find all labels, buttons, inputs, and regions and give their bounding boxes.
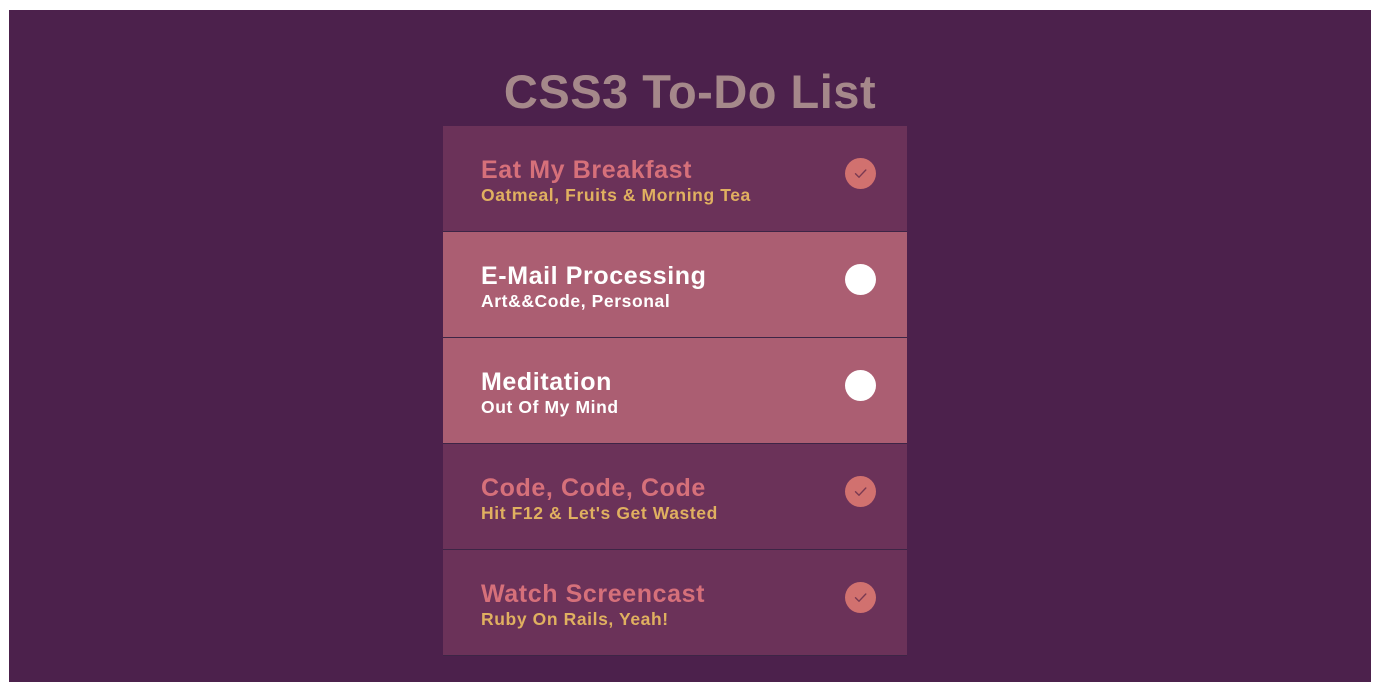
todo-title: E-Mail Processing xyxy=(481,262,707,290)
todo-subtitle: Ruby On Rails, Yeah! xyxy=(481,609,669,629)
todo-item-watch-screencast[interactable]: Watch Screencast Ruby On Rails, Yeah! xyxy=(443,550,907,656)
todo-title: Eat My Breakfast xyxy=(481,156,693,184)
page-title: CSS3 To-Do List xyxy=(503,65,877,119)
app-background: CSS3 To-Do List Eat My Breakfast Oatmeal… xyxy=(9,10,1371,682)
empty-circle-icon[interactable] xyxy=(845,370,876,401)
todo-item-eat-my-breakfast[interactable]: Eat My Breakfast Oatmeal, Fruits & Morni… xyxy=(443,126,907,232)
check-circle-icon[interactable] xyxy=(845,158,876,189)
todo-subtitle: Oatmeal, Fruits & Morning Tea xyxy=(481,185,751,205)
todo-subtitle: Hit F12 & Let's Get Wasted xyxy=(481,503,718,523)
check-circle-icon[interactable] xyxy=(845,476,876,507)
todo-title: Watch Screencast xyxy=(481,580,706,608)
todo-subtitle: Art&&Code, Personal xyxy=(481,291,671,311)
check-circle-icon[interactable] xyxy=(845,582,876,613)
todo-title: Meditation xyxy=(481,368,612,396)
todo-title: Code, Code, Code xyxy=(481,474,706,502)
todo-list: Eat My Breakfast Oatmeal, Fruits & Morni… xyxy=(443,126,907,656)
empty-circle-icon[interactable] xyxy=(845,264,876,295)
todo-item-code-code-code[interactable]: Code, Code, Code Hit F12 & Let's Get Was… xyxy=(443,444,907,550)
todo-subtitle: Out Of My Mind xyxy=(481,397,619,417)
todo-item-meditation[interactable]: Meditation Out Of My Mind xyxy=(443,338,907,444)
todo-item-e-mail-processing[interactable]: E-Mail Processing Art&&Code, Personal xyxy=(443,232,907,338)
